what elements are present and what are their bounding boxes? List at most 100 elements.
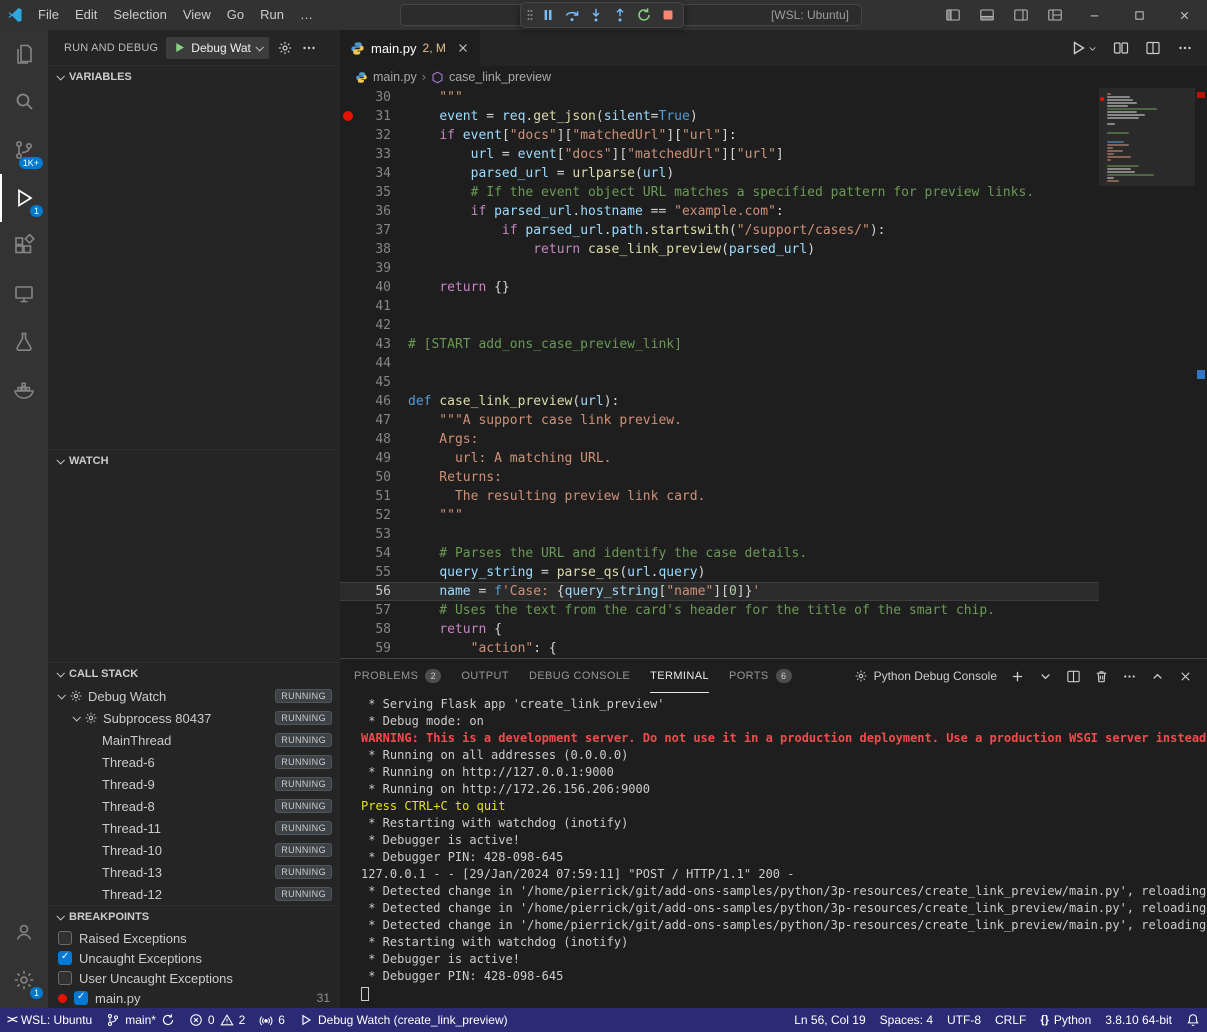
call-stack-header[interactable]: CALL STACK [48,663,340,685]
breakpoint-margin[interactable] [340,601,357,620]
breakpoint-margin[interactable] [340,487,357,506]
code-line[interactable]: 44 [340,354,1099,373]
call-stack-item[interactable]: Thread-8RUNNING [48,795,340,817]
code-line[interactable]: 40 return {} [340,278,1099,297]
code-line[interactable]: 30 """ [340,88,1099,107]
code-line[interactable]: 57 # Uses the text from the card's heade… [340,601,1099,620]
breakpoint-margin[interactable] [340,316,357,335]
breakpoint-icon[interactable] [343,111,353,121]
status-eol[interactable]: CRLF [988,1008,1033,1032]
activity-explorer[interactable] [0,30,48,78]
menu-edit[interactable]: Edit [67,0,105,30]
breakpoint-margin[interactable] [340,88,357,107]
menu-view[interactable]: View [175,0,219,30]
breakpoint-margin[interactable] [340,354,357,373]
customize-layout-button[interactable] [1038,0,1072,30]
code-line[interactable]: 51 The resulting preview link card. [340,487,1099,506]
kill-terminal-button[interactable] [1094,669,1109,684]
code-line[interactable]: 39 [340,259,1099,278]
breakpoint-margin[interactable] [340,639,357,658]
breakpoint-margin[interactable] [340,278,357,297]
more-button[interactable] [1177,40,1193,56]
panel-tab-output[interactable]: OUTPUT [461,659,509,693]
breakpoint-margin[interactable] [340,544,357,563]
editor-area[interactable]: 30 """31 event = req.get_json(silent=Tru… [340,88,1207,658]
maximize-button[interactable] [1117,0,1162,30]
menu-file[interactable]: File [30,0,67,30]
code-line[interactable]: 35 # If the event object URL matches a s… [340,183,1099,202]
split-terminal-button[interactable] [1066,669,1081,684]
breakpoint-checkbox[interactable] [58,971,72,985]
close-tab-icon[interactable] [456,41,470,55]
more-button[interactable] [1122,669,1137,684]
code-line[interactable]: 49 url: A matching URL. [340,449,1099,468]
chevron-down-icon[interactable] [72,713,80,721]
breakpoint-checkbox[interactable] [58,931,72,945]
status-indentation[interactable]: Spaces: 4 [873,1008,940,1032]
step-into-button[interactable] [584,3,608,27]
code-line[interactable]: 56 name = f'Case: {query_string["name"][… [340,582,1099,601]
code-line[interactable]: 47 """A support case link preview. [340,411,1099,430]
variables-header[interactable]: VARIABLES [48,66,340,88]
panel-tab-debug-console[interactable]: DEBUG CONSOLE [529,659,630,693]
code-line[interactable]: 42 [340,316,1099,335]
breakpoint-margin[interactable] [340,620,357,639]
breakpoint-margin[interactable] [340,335,357,354]
restart-button[interactable] [632,3,656,27]
minimap[interactable] [1099,88,1195,658]
code-area[interactable]: 30 """31 event = req.get_json(silent=Tru… [340,88,1099,658]
breakpoint-margin[interactable] [340,202,357,221]
code-line[interactable]: 52 """ [340,506,1099,525]
activity-testing[interactable] [0,318,48,366]
code-line[interactable]: 53 [340,525,1099,544]
breakpoint-margin[interactable] [340,582,357,601]
panel-tab-terminal[interactable]: TERMINAL [650,659,709,693]
breakpoint-margin[interactable] [340,126,357,145]
panel-tab-ports[interactable]: PORTS6 [729,659,792,693]
breakpoint-margin[interactable] [340,221,357,240]
step-out-button[interactable] [608,3,632,27]
status-language-mode[interactable]: {}Python [1033,1008,1098,1032]
breakpoint-margin[interactable] [340,563,357,582]
code-line[interactable]: 43# [START add_ons_case_preview_link] [340,335,1099,354]
activity-run-and-debug[interactable]: 1 [0,174,48,222]
open-changes-button[interactable] [1113,40,1129,56]
breakpoint-item[interactable]: User Uncaught Exceptions [48,968,340,988]
activity-extensions[interactable] [0,222,48,270]
new-terminal-button[interactable] [1010,669,1025,684]
activity-search[interactable] [0,78,48,126]
breakpoint-margin[interactable] [340,183,357,202]
call-stack-item[interactable]: Thread-12RUNNING [48,883,340,905]
activity-docker[interactable] [0,366,48,414]
code-line[interactable]: 32 if event["docs"]["matchedUrl"]["url"]… [340,126,1099,145]
stop-button[interactable] [656,3,680,27]
breakpoint-margin[interactable] [340,240,357,259]
terminal-dropdown-button[interactable] [1038,669,1053,684]
toggle-sidebar-button[interactable] [936,0,970,30]
code-line[interactable]: 48 Args: [340,430,1099,449]
code-line[interactable]: 33 url = event["docs"]["matchedUrl"]["ur… [340,145,1099,164]
breakpoint-item[interactable]: Uncaught Exceptions [48,948,340,968]
breakpoint-margin[interactable] [340,525,357,544]
status-remote[interactable]: ><WSL: Ubuntu [0,1008,99,1032]
breakpoint-checkbox[interactable] [74,991,88,1005]
chevron-down-icon[interactable] [57,691,65,699]
code-line[interactable]: 50 Returns: [340,468,1099,487]
status-problems[interactable]: 02 [182,1008,252,1032]
activity-remote-explorer[interactable] [0,270,48,318]
status-python-interpreter[interactable]: 3.8.10 64-bit [1098,1008,1179,1032]
maximize-panel-button[interactable] [1150,669,1165,684]
breakpoint-margin[interactable] [340,297,357,316]
watch-header[interactable]: WATCH [48,450,340,472]
breadcrumb-item[interactable]: case_link_preview [431,70,551,84]
call-stack-item[interactable]: Thread-13RUNNING [48,861,340,883]
code-line[interactable]: 38 return case_link_preview(parsed_url) [340,240,1099,259]
status-cursor-position[interactable]: Ln 56, Col 19 [787,1008,872,1032]
views-more-icon[interactable] [301,40,317,56]
breakpoint-item[interactable]: Raised Exceptions [48,928,340,948]
panel-tab-problems[interactable]: PROBLEMS2 [354,659,441,693]
menu-selection[interactable]: Selection [105,0,174,30]
call-stack-item[interactable]: Thread-9RUNNING [48,773,340,795]
breakpoint-margin[interactable] [340,449,357,468]
pause-button[interactable] [536,3,560,27]
